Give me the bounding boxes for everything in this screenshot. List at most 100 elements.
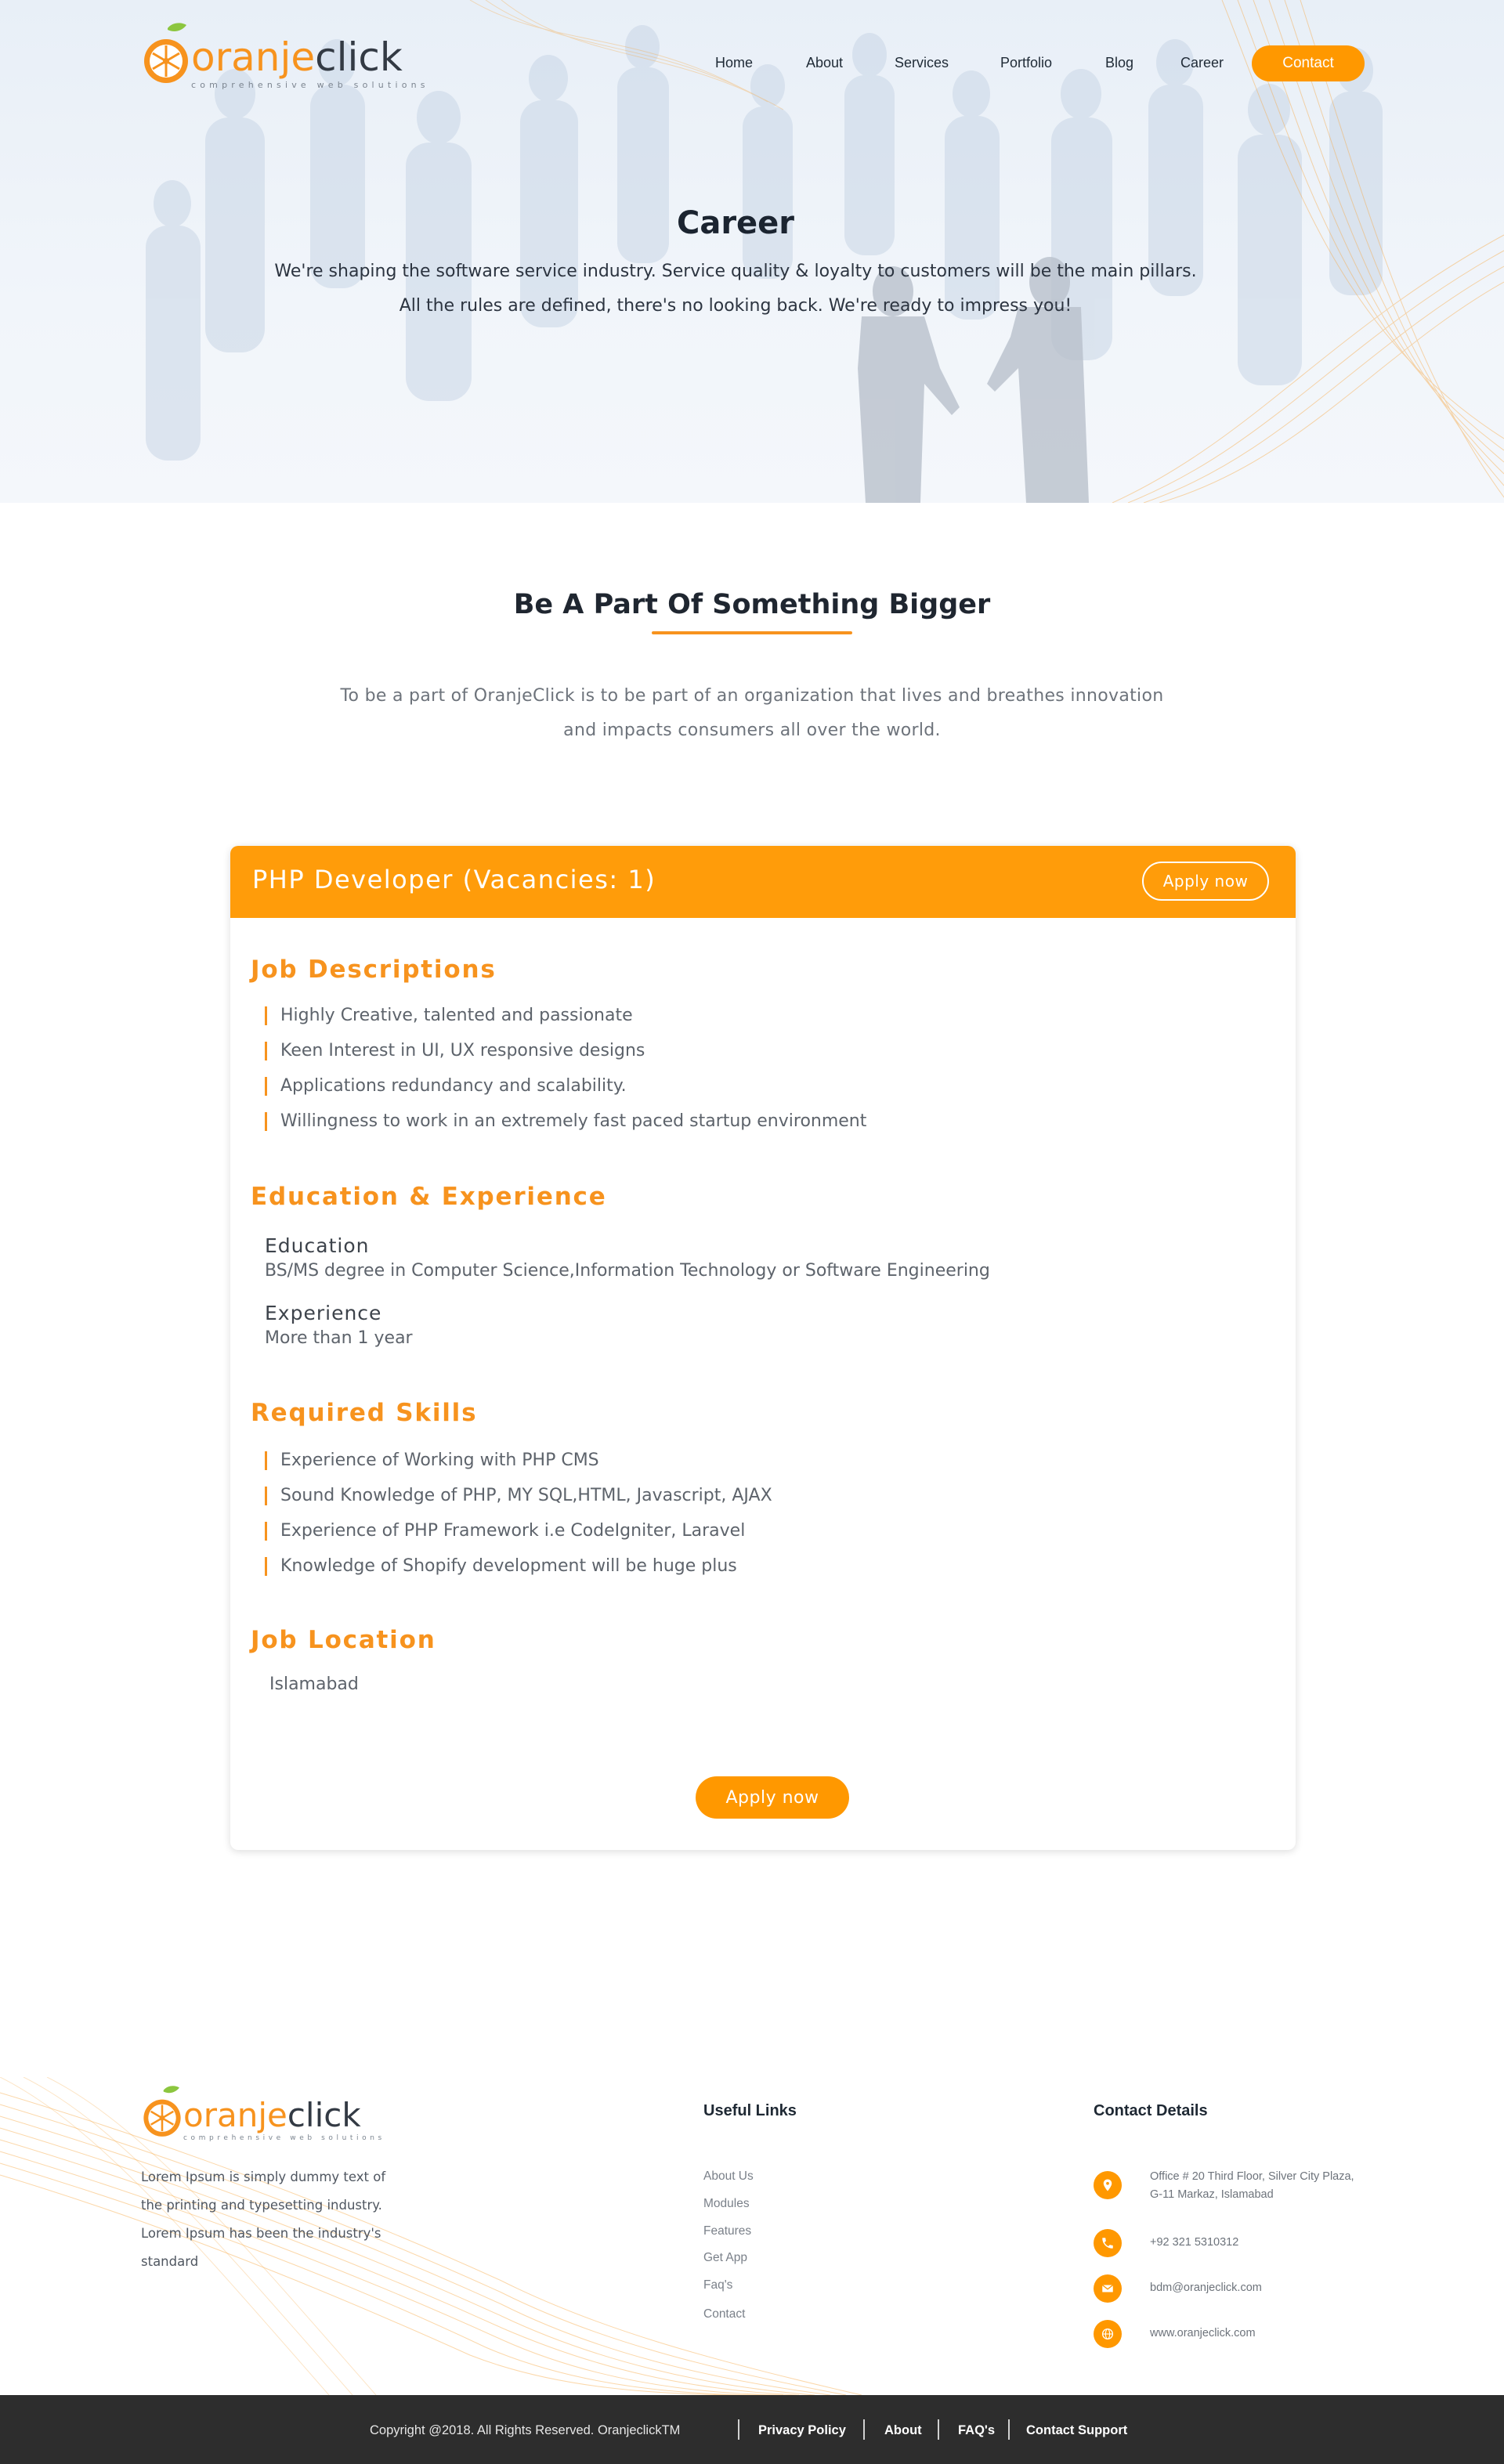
job-descriptions-heading: Job Descriptions (251, 956, 497, 984)
footer-wordmark-oranje: oranje (183, 2096, 287, 2134)
footer-link-get-app[interactable]: Get App (703, 2251, 747, 2265)
experience-label: Experience (265, 1302, 382, 1324)
job-description-item: Applications redundancy and scalability. (265, 1076, 627, 1096)
intro-text-line2: and impacts consumers all over the world… (563, 721, 941, 740)
job-description-item: Willingness to work in an extremely fast… (265, 1111, 866, 1131)
footer-brand-tagline: comprehensive web solutions (183, 2134, 385, 2142)
orange-fruit-icon (144, 23, 188, 83)
job-description-text: Keen Interest in UI, UX responsive desig… (280, 1041, 645, 1060)
bottom-link-faqs[interactable]: FAQ's (958, 2423, 995, 2438)
hero-subtitle-line1: We're shaping the software service indus… (274, 262, 1197, 281)
job-card-header: PHP Developer (Vacancies: 1) Apply now (230, 846, 1296, 918)
footer-link-modules[interactable]: Modules (703, 2197, 750, 2211)
footer-about-line: Lorem Ipsum has been the industry's (141, 2226, 381, 2241)
skill-item: Experience of PHP Framework i.e CodeIgni… (265, 1521, 745, 1541)
location-pin-icon (1094, 2171, 1122, 2199)
career-page: oranje click comprehensive web solutions … (0, 0, 1504, 2464)
bullet-bar (265, 1076, 267, 1096)
copyright-text: Copyright @2018. All Rights Reserved. Or… (370, 2423, 681, 2437)
footer-logo[interactable]: oranje click comprehensive web solutions (141, 2083, 385, 2142)
bullet-bar (265, 1556, 267, 1576)
bullet-bar (265, 1521, 267, 1541)
skill-text: Sound Knowledge of PHP, MY SQL,HTML, Jav… (280, 1486, 772, 1505)
separator (1008, 2419, 1010, 2440)
contact-email[interactable]: bdm@oranjeclick.com (1150, 2279, 1262, 2297)
globe-icon (1094, 2320, 1122, 2348)
brand-tagline: comprehensive web solutions (191, 80, 429, 90)
job-card: PHP Developer (Vacancies: 1) Apply now J… (230, 846, 1296, 1850)
intro-title-underline (652, 631, 852, 634)
bottom-link-contact-support[interactable]: Contact Support (1026, 2423, 1127, 2438)
skill-item: Knowledge of Shopify development will be… (265, 1556, 737, 1576)
separator (863, 2419, 865, 2440)
nav-item-career[interactable]: Career (1180, 55, 1224, 71)
footer-brand-wordmark: oranje click (183, 2099, 385, 2132)
contact-address-line: G-11 Markaz, Islamabad (1150, 2188, 1274, 2201)
footer-about-line: the printing and typesetting industry. (141, 2198, 382, 2213)
apply-now-button[interactable]: Apply now (696, 1776, 849, 1819)
education-value: BS/MS degree in Computer Science,Informa… (265, 1261, 990, 1281)
footer-link-contact[interactable]: Contact (703, 2307, 745, 2321)
bullet-bar (265, 1111, 267, 1131)
job-description-text: Willingness to work in an extremely fast… (280, 1111, 867, 1131)
footer-link-about-us[interactable]: About Us (703, 2170, 754, 2184)
skill-text: Knowledge of Shopify development will be… (280, 1556, 737, 1576)
footer-wordmark-click: click (287, 2096, 361, 2134)
bullet-bar (265, 1041, 267, 1060)
copyright-bar: Copyright @2018. All Rights Reserved. Or… (0, 2395, 1504, 2464)
nav-item-services[interactable]: Services (895, 55, 949, 71)
contact-details-title: Contact Details (1094, 2102, 1208, 2119)
job-title: PHP Developer (Vacancies: 1) (252, 865, 656, 894)
separator (738, 2419, 739, 2440)
header-logo[interactable]: oranje click comprehensive web solutions (141, 20, 429, 90)
orange-fruit-icon (143, 2086, 181, 2137)
skill-text: Experience of Working with PHP CMS (280, 1451, 599, 1470)
footer: oranje click comprehensive web solutions … (0, 2077, 1504, 2395)
required-skills-heading: Required Skills (251, 1399, 478, 1427)
nav-item-portfolio[interactable]: Portfolio (1000, 55, 1052, 71)
skill-text: Experience of PHP Framework i.e CodeIgni… (280, 1521, 746, 1541)
footer-link-features[interactable]: Features (703, 2224, 751, 2238)
education-label: Education (265, 1234, 370, 1257)
envelope-icon (1094, 2274, 1122, 2303)
footer-about-text: Lorem Ipsum is simply dummy text of the … (141, 2163, 439, 2276)
brand-wordmark-click: click (315, 34, 403, 80)
nav-item-home[interactable]: Home (715, 55, 753, 71)
skill-item: Experience of Working with PHP CMS (265, 1451, 599, 1470)
contact-phone[interactable]: +92 321 5310312 (1150, 2234, 1238, 2252)
separator (938, 2419, 939, 2440)
bullet-bar (265, 1006, 267, 1025)
job-description-item: Keen Interest in UI, UX responsive desig… (265, 1041, 645, 1060)
page-title: Career (676, 205, 795, 241)
contact-address: Office # 20 Third Floor, Silver City Pla… (1150, 2168, 1354, 2204)
job-description-item: Highly Creative, talented and passionate (265, 1006, 633, 1025)
nav-item-about[interactable]: About (806, 55, 843, 71)
job-description-text: Highly Creative, talented and passionate (280, 1006, 633, 1025)
apply-now-header-button[interactable]: Apply now (1142, 862, 1269, 901)
bottom-link-about[interactable]: About (884, 2423, 922, 2438)
education-experience-heading: Education & Experience (251, 1183, 607, 1211)
footer-about-line: Lorem Ipsum is simply dummy text of (141, 2170, 386, 2184)
intro-text-line1: To be a part of OranjeClick is to be par… (340, 686, 1164, 706)
job-location-value: Islamabad (269, 1675, 359, 1694)
contact-website[interactable]: www.oranjeclick.com (1150, 2325, 1256, 2343)
brand-wordmark: oranje click (191, 38, 429, 77)
footer-link-faqs[interactable]: Faq's (703, 2278, 732, 2292)
brand-wordmark-oranje: oranje (191, 34, 316, 80)
bottom-link-privacy-policy[interactable]: Privacy Policy (758, 2423, 846, 2438)
nav-item-blog[interactable]: Blog (1105, 55, 1133, 71)
phone-icon (1094, 2229, 1122, 2257)
footer-about-line: standard (141, 2254, 199, 2269)
intro-title: Be A Part Of Something Bigger (513, 589, 991, 620)
bullet-bar (265, 1486, 267, 1505)
contact-address-line: Office # 20 Third Floor, Silver City Pla… (1150, 2170, 1354, 2183)
job-description-text: Applications redundancy and scalability. (280, 1076, 627, 1096)
hero-subtitle-line2: All the rules are defined, there's no lo… (399, 296, 1072, 316)
skill-item: Sound Knowledge of PHP, MY SQL,HTML, Jav… (265, 1486, 772, 1505)
useful-links-title: Useful Links (703, 2102, 797, 2119)
experience-value: More than 1 year (265, 1328, 413, 1348)
nav-contact-button[interactable]: Contact (1252, 45, 1365, 81)
bullet-bar (265, 1451, 267, 1470)
hero-section: oranje click comprehensive web solutions … (0, 0, 1504, 503)
job-location-heading: Job Location (251, 1626, 436, 1654)
